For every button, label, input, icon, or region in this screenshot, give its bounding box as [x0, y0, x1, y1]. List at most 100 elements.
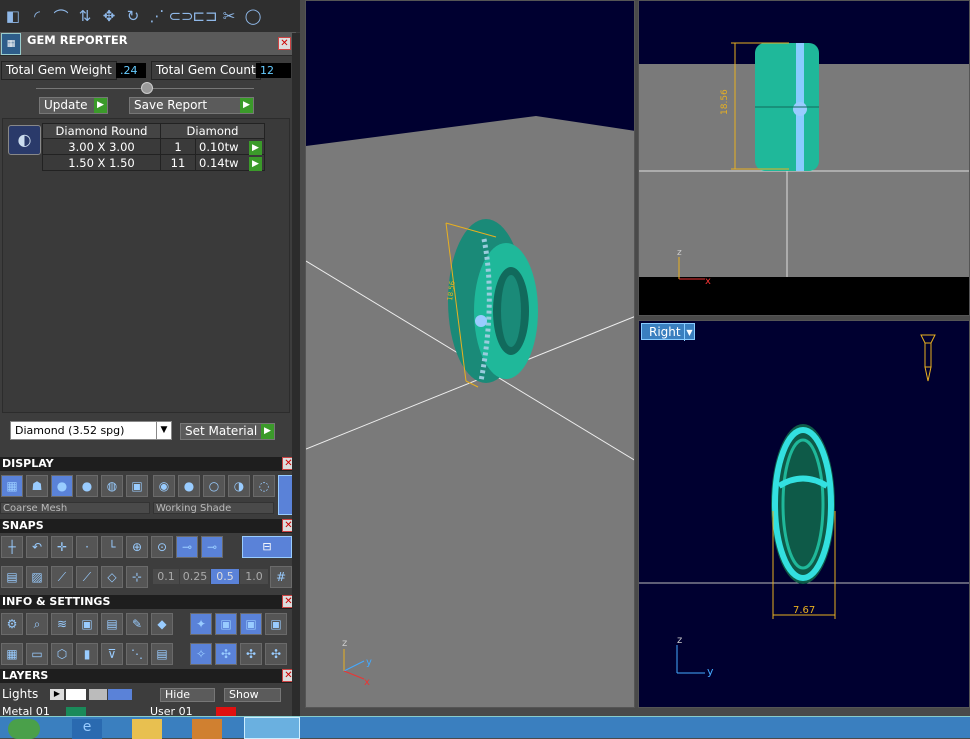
- sphere-icon[interactable]: ●: [51, 475, 73, 497]
- nodes-icon[interactable]: ⋱: [126, 643, 148, 665]
- pin-icon[interactable]: ✧: [190, 643, 212, 665]
- display-toggle[interactable]: [278, 475, 293, 515]
- sheet-icon[interactable]: ▤: [151, 643, 173, 665]
- step-option[interactable]: 0.1: [153, 569, 179, 584]
- left-panel: ◧ ◜ ⌒ ⇅ ✥ ↻ ⋰ ⊂⊃ ⊏⊐ ✂ ◯ ▦ GEM REPORTER ✕…: [0, 0, 300, 718]
- snap-grid-icon[interactable]: ┼: [1, 536, 23, 558]
- taskbar: e: [0, 716, 970, 739]
- search-icon[interactable]: ⌕: [26, 613, 48, 635]
- folder-icon[interactable]: [132, 719, 162, 739]
- browser-icon[interactable]: e: [72, 719, 102, 739]
- monitor-icon[interactable]: ▭: [26, 643, 48, 665]
- shapes-icon[interactable]: ◆: [151, 613, 173, 635]
- snap-circle-icon[interactable]: ⊙: [151, 536, 173, 558]
- fan-icon[interactable]: ⋰: [146, 5, 168, 27]
- book-icon[interactable]: ▮: [76, 643, 98, 665]
- sphere-purple-icon[interactable]: ●: [76, 475, 98, 497]
- globe-icon[interactable]: ◍: [101, 475, 123, 497]
- target3-icon[interactable]: ✣: [265, 643, 287, 665]
- panel-scrollbar[interactable]: [292, 33, 300, 716]
- step-option[interactable]: 1.0: [240, 569, 268, 584]
- box-icon[interactable]: ▨: [26, 566, 48, 588]
- white-sphere-icon[interactable]: ○: [203, 475, 225, 497]
- paint-icon[interactable]: ✦: [190, 613, 212, 635]
- play-icon[interactable]: ▶: [50, 689, 64, 700]
- update-button[interactable]: Update ▶: [39, 97, 108, 114]
- lights-toggle[interactable]: [108, 689, 132, 700]
- lock-icon[interactable]: [89, 689, 107, 700]
- view-select[interactable]: Right ▼: [641, 323, 695, 341]
- table-row[interactable]: 1.50 X 1.50 11 0.14tw: [42, 154, 265, 171]
- snap-center-icon[interactable]: ⊕: [126, 536, 148, 558]
- lights-color-swatch[interactable]: [66, 689, 86, 700]
- measure-icon[interactable]: ⟋: [76, 566, 98, 588]
- set-material-button[interactable]: Set Material ▶: [180, 423, 275, 440]
- cubes-icon[interactable]: ▣: [76, 613, 98, 635]
- front-viewport[interactable]: 18.56 z x: [638, 0, 970, 316]
- snap-cross-icon[interactable]: ✛: [51, 536, 73, 558]
- save-report-button[interactable]: Save Report ▶: [129, 97, 254, 114]
- app-icon[interactable]: [244, 717, 300, 739]
- move-icon[interactable]: ✥: [98, 5, 120, 27]
- windows-icon[interactable]: ▦: [1, 643, 23, 665]
- figure-icon[interactable]: ☗: [26, 475, 48, 497]
- frame2-icon[interactable]: ▣: [240, 613, 262, 635]
- circle-icon[interactable]: ◯: [242, 5, 264, 27]
- dark-sphere-icon[interactable]: ●: [178, 475, 200, 497]
- grid-icon[interactable]: ▦: [1, 475, 23, 497]
- layers-icon[interactable]: ≋: [51, 613, 73, 635]
- glass-sphere-icon[interactable]: ◌: [253, 475, 275, 497]
- info-header: INFO & SETTINGS ✕: [0, 595, 296, 609]
- axis-icon[interactable]: ⊹: [126, 566, 148, 588]
- frame-icon[interactable]: ▣: [215, 613, 237, 635]
- edit-icon[interactable]: ✎: [126, 613, 148, 635]
- ruler-icon[interactable]: ⟋: [51, 566, 73, 588]
- document-icon[interactable]: ▤: [101, 613, 123, 635]
- mirror-icon[interactable]: ⇅: [74, 5, 96, 27]
- gold-sphere-icon[interactable]: ◉: [153, 475, 175, 497]
- ring-side-model[interactable]: [771, 424, 835, 584]
- slider-handle[interactable]: [141, 82, 153, 94]
- snap-point-icon[interactable]: ·: [76, 536, 98, 558]
- unlink-icon[interactable]: ⊏⊐: [192, 5, 217, 27]
- cube-icon[interactable]: ◧: [2, 5, 24, 27]
- plane-icon[interactable]: ▤: [1, 566, 23, 588]
- target2-icon[interactable]: ✣: [240, 643, 262, 665]
- right-viewport[interactable]: Right ▼ 7.67 z y: [638, 320, 970, 708]
- media-icon[interactable]: [192, 719, 222, 739]
- rotate-icon[interactable]: ↻: [122, 5, 144, 27]
- row-select-icon[interactable]: ▶: [249, 141, 262, 155]
- shade-select[interactable]: Working Shade: [153, 502, 274, 514]
- close-icon[interactable]: ✕: [278, 37, 291, 50]
- hide-button[interactable]: Hide: [160, 688, 215, 702]
- show-button[interactable]: Show: [224, 688, 281, 702]
- row-select-icon[interactable]: ▶: [249, 157, 262, 171]
- snap-corner-icon[interactable]: └: [101, 536, 123, 558]
- frame3-icon[interactable]: ▣: [265, 613, 287, 635]
- table-row[interactable]: 3.00 X 3.00 1 0.10tw: [42, 138, 265, 155]
- target-icon[interactable]: ✣: [215, 643, 237, 665]
- perspective-viewport[interactable]: 18.56 z y x: [305, 0, 635, 708]
- chrome-sphere-icon[interactable]: ◑: [228, 475, 250, 497]
- snap-mid-icon[interactable]: ⊸: [176, 536, 198, 558]
- arc-icon[interactable]: ◜: [26, 5, 48, 27]
- surface-icon[interactable]: ◇: [101, 566, 123, 588]
- step-option[interactable]: 0.25: [180, 569, 210, 584]
- step-option-selected[interactable]: 0.5: [211, 569, 239, 584]
- snap-toggle[interactable]: ⊟: [242, 536, 292, 558]
- scissors-icon[interactable]: ✂: [218, 5, 240, 27]
- curve-icon[interactable]: ⌒: [50, 5, 72, 27]
- snap-curve-icon[interactable]: ↶: [26, 536, 48, 558]
- ring-front-model[interactable]: [755, 43, 819, 171]
- material-select[interactable]: Diamond (3.52 spg) ▼: [10, 421, 172, 440]
- gears-icon[interactable]: ⚙: [1, 613, 23, 635]
- cube-wire-icon[interactable]: ⬡: [51, 643, 73, 665]
- link-icon[interactable]: ⊂⊃: [168, 5, 193, 27]
- mesh-select[interactable]: Coarse Mesh: [0, 502, 150, 514]
- grid-snap-icon[interactable]: #: [270, 566, 292, 588]
- diamond-round-icon: ◐: [8, 125, 41, 155]
- layout-icon[interactable]: ▣: [126, 475, 148, 497]
- filter-icon[interactable]: ⊽: [101, 643, 123, 665]
- snap-end-icon[interactable]: ⊸: [201, 536, 223, 558]
- start-button[interactable]: [8, 719, 40, 739]
